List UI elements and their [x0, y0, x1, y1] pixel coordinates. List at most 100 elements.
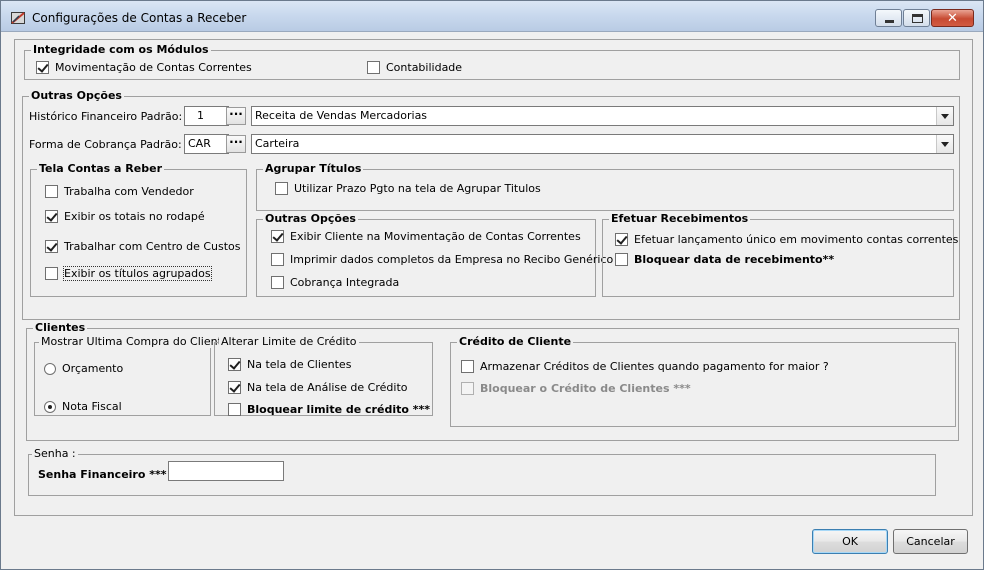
settings-panel: Integridade com os Módulos Movimentação … — [14, 39, 973, 516]
checkbox-vendedor-label: Trabalha com Vendedor — [64, 185, 194, 198]
checkbox-tela-analise-box[interactable] — [228, 381, 241, 394]
checkbox-lancamento-unico-label: Efetuar lançamento único em movimento co… — [634, 233, 959, 246]
checkbox-bloquear-data[interactable]: Bloquear data de recebimento** — [615, 253, 834, 266]
legend-efetuar-recebimentos: Efetuar Recebimentos — [609, 212, 751, 225]
checkbox-imprimir-dados-label: Imprimir dados completos da Empresa no R… — [290, 253, 614, 266]
checkbox-centro-custos-box[interactable] — [45, 240, 58, 253]
config-window: Configurações de Contas a Receber ✕ Inte… — [0, 0, 984, 570]
historico-combo[interactable]: Receita de Vendas Mercadorias — [251, 106, 954, 126]
checkbox-movimentacao[interactable]: Movimentação de Contas Correntes — [36, 61, 252, 74]
group-clientes: Clientes Mostrar Ultima Compra do Client… — [26, 321, 959, 441]
legend-outras-opcoes: Outras Opções — [29, 89, 124, 102]
checkbox-centro-custos-label: Trabalhar com Centro de Custos — [64, 240, 241, 253]
checkbox-movimentacao-label: Movimentação de Contas Correntes — [55, 61, 252, 74]
forma-code-field[interactable]: CAR — [184, 134, 229, 154]
checkbox-bloquear-data-label: Bloquear data de recebimento** — [634, 253, 835, 266]
checkbox-armazenar-creditos-box[interactable] — [461, 360, 474, 373]
forma-lookup-button[interactable]: ··· — [226, 135, 246, 153]
radio-nota-fiscal-circle[interactable] — [44, 400, 56, 413]
group-outras-opcoes-inner: Outras Opções Exibir Cliente na Moviment… — [256, 212, 613, 297]
checkbox-bloquear-limite-box[interactable] — [228, 403, 241, 416]
window-title: Configurações de Contas a Receber — [32, 11, 247, 25]
legend-credito-cliente: Crédito de Cliente — [457, 335, 574, 348]
checkbox-movimentacao-box[interactable] — [36, 61, 49, 74]
checkbox-titulos-agrupados[interactable]: Exibir os títulos agrupados — [45, 266, 212, 281]
checkbox-armazenar-creditos-label: Armazenar Créditos de Clientes quando pa… — [480, 360, 829, 373]
legend-tela-contas: Tela Contas a Reber — [37, 162, 164, 175]
group-credito-cliente: Crédito de Cliente Armazenar Créditos de… — [450, 335, 956, 427]
close-icon: ✕ — [947, 11, 958, 26]
checkbox-cobranca-integrada-label: Cobrança Integrada — [290, 276, 400, 289]
legend-ultima-compra: Mostrar Ultima Compra do Cliente — [39, 335, 231, 348]
close-button[interactable]: ✕ — [931, 9, 974, 27]
checkbox-exibir-cliente-label: Exibir Cliente na Movimentação de Contas… — [290, 230, 581, 243]
checkbox-totais[interactable]: Exibir os totais no rodapé — [45, 210, 205, 223]
checkbox-bloquear-data-box[interactable] — [615, 253, 628, 266]
checkbox-tela-analise[interactable]: Na tela de Análise de Crédito — [228, 381, 408, 394]
checkbox-tela-clientes-box[interactable] — [228, 358, 241, 371]
checkbox-exibir-cliente-box[interactable] — [271, 230, 284, 243]
group-senha: Senha : Senha Financeiro *** . — [28, 447, 936, 496]
group-agrupar-titulos: Agrupar Títulos Utilizar Prazo Pgto na t… — [256, 162, 954, 211]
checkbox-bloquear-credito: Bloquear o Crédito de Clientes *** — [461, 382, 691, 395]
group-limite-credito: Alterar Limite de Crédito Na tela de Cli… — [214, 335, 433, 416]
checkbox-totais-box[interactable] — [45, 210, 58, 223]
maximize-button[interactable] — [903, 9, 930, 27]
group-efetuar-recebimentos: Efetuar Recebimentos Efetuar lançamento … — [602, 212, 958, 297]
checkbox-exibir-cliente[interactable]: Exibir Cliente na Movimentação de Contas… — [271, 230, 581, 243]
checkbox-lancamento-unico-box[interactable] — [615, 233, 628, 246]
checkbox-bloquear-limite-label: Bloquear limite de crédito *** — [247, 403, 430, 416]
maximize-icon — [912, 14, 923, 23]
legend-limite-credito: Alterar Limite de Crédito — [219, 335, 359, 348]
checkbox-prazo-pgto-label: Utilizar Prazo Pgto na tela de Agrupar T… — [294, 182, 541, 195]
radio-nota-fiscal-label: Nota Fiscal — [62, 400, 122, 413]
checkbox-totais-label: Exibir os totais no rodapé — [64, 210, 205, 223]
checkbox-contabilidade[interactable]: Contabilidade — [367, 61, 462, 74]
historico-lookup-button[interactable]: ··· — [226, 107, 246, 125]
group-outras-opcoes: Outras Opções Histórico Financeiro Padrã… — [22, 89, 960, 320]
chevron-down-icon[interactable] — [936, 135, 953, 153]
checkbox-titulos-agrupados-box[interactable] — [45, 267, 58, 280]
group-tela-contas: Tela Contas a Reber Trabalha com Vendedo… — [30, 162, 247, 297]
group-integridade: Integridade com os Módulos Movimentação … — [24, 43, 960, 80]
ok-button[interactable]: OK — [812, 529, 888, 554]
legend-clientes: Clientes — [33, 321, 88, 334]
checkbox-tela-analise-label: Na tela de Análise de Crédito — [247, 381, 408, 394]
checkbox-lancamento-unico[interactable]: Efetuar lançamento único em movimento co… — [615, 233, 958, 246]
radio-nota-fiscal[interactable]: Nota Fiscal — [44, 400, 122, 413]
checkbox-vendedor[interactable]: Trabalha com Vendedor — [45, 185, 194, 198]
checkbox-cobranca-integrada-box[interactable] — [271, 276, 284, 289]
checkbox-vendedor-box[interactable] — [45, 185, 58, 198]
legend-senha: Senha : — [32, 447, 78, 460]
forma-code-value: CAR — [188, 137, 211, 150]
title-bar[interactable]: Configurações de Contas a Receber ✕ — [1, 1, 983, 32]
historico-code-field[interactable]: 1 — [184, 106, 229, 126]
checkbox-imprimir-dados[interactable]: Imprimir dados completos da Empresa no R… — [271, 253, 613, 266]
config-app-icon — [11, 12, 25, 24]
legend-outras-opcoes-inner: Outras Opções — [263, 212, 358, 225]
senha-input[interactable] — [168, 461, 284, 481]
chevron-down-icon[interactable] — [936, 107, 953, 125]
checkbox-centro-custos[interactable]: Trabalhar com Centro de Custos — [45, 240, 241, 253]
forma-desc-value: Carteira — [255, 137, 300, 150]
checkbox-contabilidade-box[interactable] — [367, 61, 380, 74]
historico-desc-value: Receita de Vendas Mercadorias — [255, 109, 428, 122]
checkbox-cobranca-integrada[interactable]: Cobrança Integrada — [271, 276, 399, 289]
cancel-button[interactable]: Cancelar — [893, 529, 968, 554]
checkbox-tela-clientes[interactable]: Na tela de Clientes — [228, 358, 351, 371]
checkbox-prazo-pgto[interactable]: Utilizar Prazo Pgto na tela de Agrupar T… — [275, 182, 541, 195]
checkbox-contabilidade-label: Contabilidade — [386, 61, 463, 74]
minimize-icon — [885, 20, 894, 23]
checkbox-bloquear-credito-box — [461, 382, 474, 395]
radio-orcamento-circle[interactable] — [44, 362, 56, 375]
legend-integridade: Integridade com os Módulos — [31, 43, 211, 56]
checkbox-armazenar-creditos[interactable]: Armazenar Créditos de Clientes quando pa… — [461, 360, 829, 373]
checkbox-imprimir-dados-box[interactable] — [271, 253, 284, 266]
forma-cobranca-label: Forma de Cobrança Padrão: — [29, 138, 182, 151]
checkbox-titulos-agrupados-label: Exibir os títulos agrupados — [63, 266, 212, 281]
forma-combo[interactable]: Carteira — [251, 134, 954, 154]
radio-orcamento[interactable]: Orçamento — [44, 362, 123, 375]
checkbox-prazo-pgto-box[interactable] — [275, 182, 288, 195]
checkbox-bloquear-limite[interactable]: Bloquear limite de crédito *** — [228, 403, 430, 416]
minimize-button[interactable] — [875, 9, 902, 27]
